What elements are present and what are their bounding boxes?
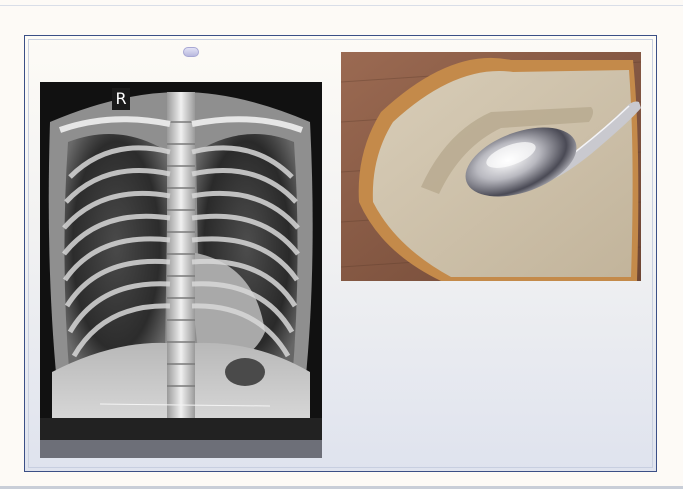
drag-handle-icon[interactable] <box>183 47 199 57</box>
slide-frame: R <box>24 35 657 472</box>
top-divider <box>0 5 683 6</box>
page: R <box>0 0 683 489</box>
chest-xray-image: R <box>40 82 322 458</box>
bread-with-spoon-image <box>341 52 641 281</box>
xray-side-marker: R <box>112 88 130 110</box>
